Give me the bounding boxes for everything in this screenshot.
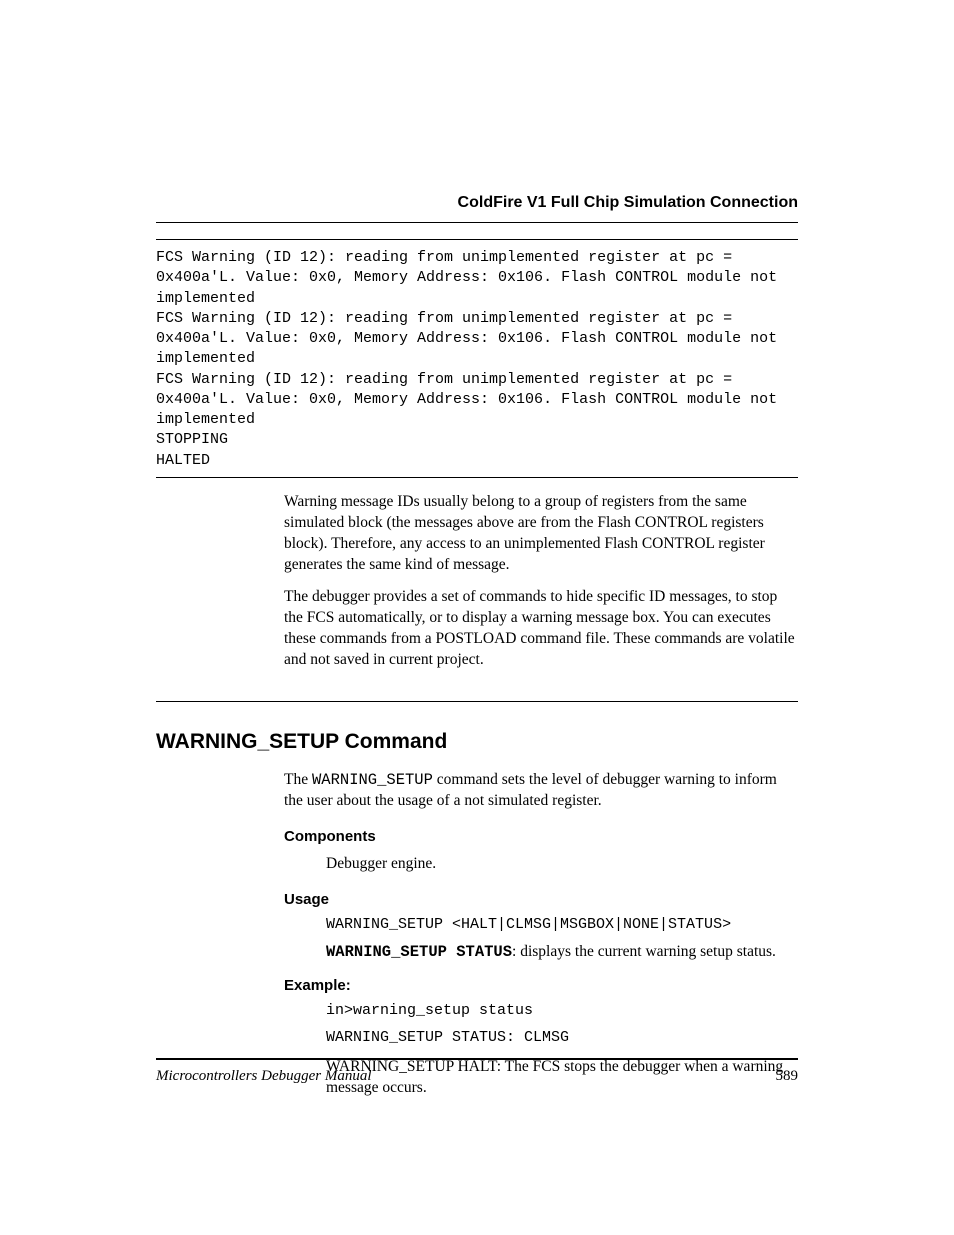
section-rule (156, 701, 798, 702)
paragraph-warning-ids: Warning message IDs usually belong to a … (284, 492, 798, 576)
components-body: Debugger engine. (326, 853, 798, 875)
usage-status-line: WARNING_SETUP STATUS: displays the curre… (326, 943, 798, 961)
usage-syntax: WARNING_SETUP <HALT|CLMSG|MSGBOX|NONE|ST… (326, 916, 798, 933)
code-rule-top (156, 239, 798, 240)
components-heading: Components (284, 828, 798, 845)
paragraph-debugger-commands: The debugger provides a set of commands … (284, 587, 798, 671)
page: ColdFire V1 Full Chip Simulation Connect… (0, 0, 954, 1235)
footer-page-number: 589 (776, 1068, 799, 1085)
footer-rule (156, 1058, 798, 1060)
example-line-1: in>warning_setup status (326, 1002, 798, 1019)
usage-status-cmd: WARNING_SETUP STATUS (326, 943, 512, 961)
intro-pre: The (284, 771, 312, 788)
footer-manual-title: Microcontrollers Debugger Manual (156, 1068, 372, 1085)
usage-status-desc: : displays the current warning setup sta… (512, 943, 776, 960)
example-line-2: WARNING_SETUP STATUS: CLMSG (326, 1029, 798, 1046)
page-header-title: ColdFire V1 Full Chip Simulation Connect… (156, 194, 798, 212)
section-intro: The WARNING_SETUP command sets the level… (284, 770, 798, 812)
section-heading-warning-setup: WARNING_SETUP Command (156, 730, 798, 754)
usage-heading: Usage (284, 891, 798, 908)
example-heading: Example: (284, 977, 798, 994)
intro-code: WARNING_SETUP (312, 771, 433, 789)
warning-log-block: FCS Warning (ID 12): reading from unimpl… (156, 248, 798, 471)
page-footer: Microcontrollers Debugger Manual 589 (156, 1058, 798, 1085)
code-rule-bottom (156, 477, 798, 478)
